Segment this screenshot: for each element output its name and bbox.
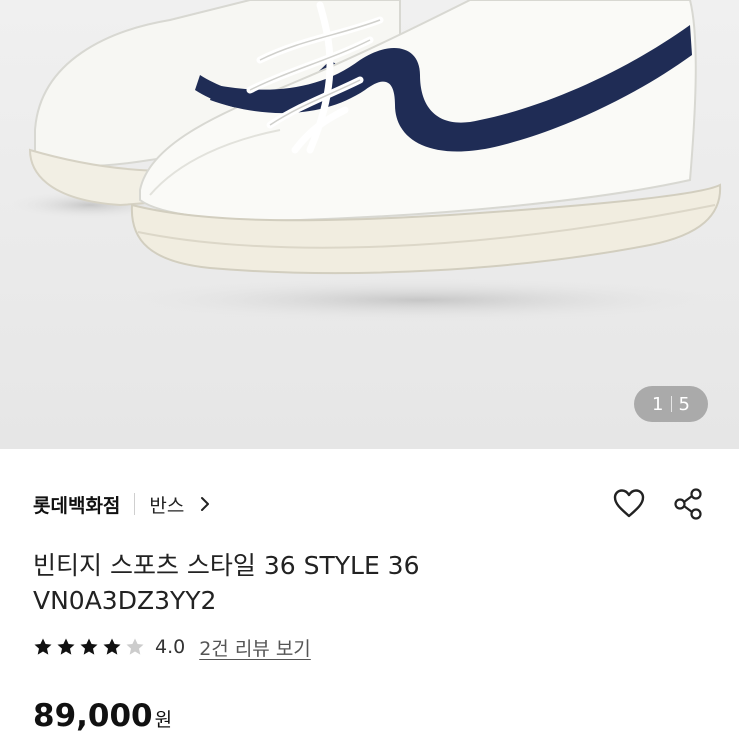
rating-row: 4.0 2건 리뷰 보기 (33, 632, 311, 662)
price: 89,000 원 (33, 698, 172, 734)
star-filled-icon (103, 638, 121, 655)
store-row: 롯데백화점 반스 (33, 486, 214, 522)
review-link[interactable]: 2건 리뷰 보기 (199, 634, 311, 661)
chevron-right-icon[interactable] (196, 495, 214, 513)
product-title: 빈티지 스포츠 스타일 36 STYLE 36 VN0A3DZ3YY2 (33, 551, 420, 615)
price-amount: 89,000 (33, 698, 153, 734)
image-counter-divider (670, 396, 672, 412)
heart-icon (613, 489, 645, 518)
wishlist-button[interactable] (611, 486, 647, 522)
store-divider (134, 493, 136, 515)
price-unit: 원 (154, 709, 173, 731)
shop-name[interactable]: 반스 (149, 491, 184, 518)
image-counter-total: 5 (678, 393, 690, 415)
rating-stars (33, 637, 145, 657)
share-icon (674, 488, 702, 520)
image-counter-current: 1 (652, 393, 664, 415)
rating-value: 4.0 (155, 636, 186, 658)
image-counter: 1 5 (634, 386, 708, 422)
star-filled-icon (34, 638, 52, 655)
product-image-carousel[interactable]: 1 5 (0, 0, 739, 449)
star-empty-icon (126, 638, 144, 655)
star-filled-icon (80, 638, 98, 655)
star-filled-icon (57, 638, 75, 655)
product-image (0, 0, 739, 449)
share-button[interactable] (671, 486, 707, 522)
brand-name[interactable]: 롯데백화점 (33, 491, 120, 518)
